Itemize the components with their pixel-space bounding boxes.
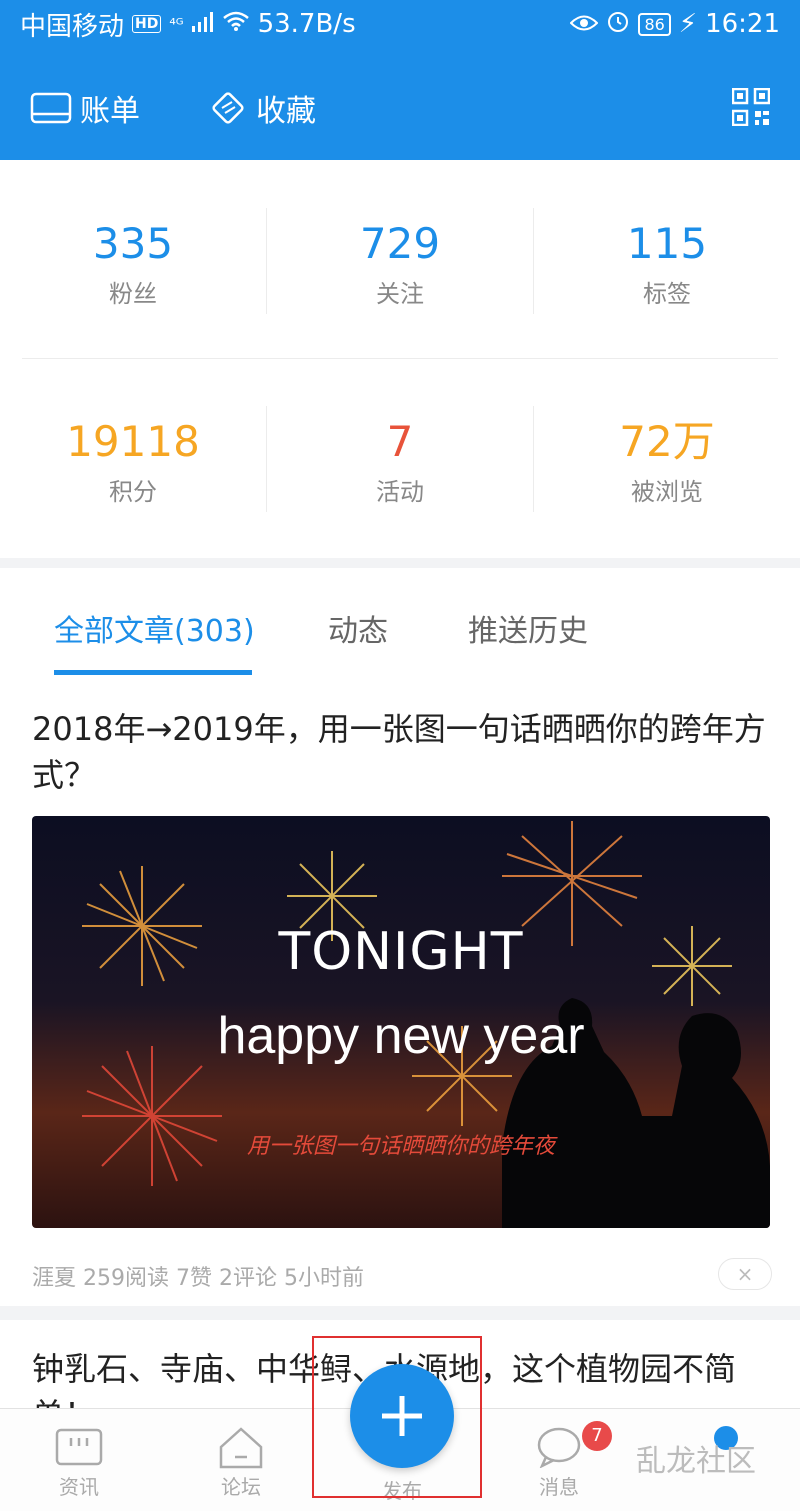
- points-count: 19118: [66, 417, 200, 466]
- active-tab-indicator: [54, 670, 252, 675]
- feed-separator: [0, 1306, 800, 1320]
- tags-label: 标签: [643, 280, 691, 308]
- fans-count: 335: [92, 219, 174, 268]
- highlight-box: [312, 1336, 482, 1498]
- tab-push-history[interactable]: 推送历史: [468, 606, 588, 650]
- tab-bar: 全部文章(303) 动态 推送历史: [0, 568, 800, 677]
- following-count: 729: [359, 219, 441, 268]
- bill-label: 账单: [80, 94, 140, 129]
- banner-line-3: 用一张图一句话晒晒你的跨年夜: [246, 1134, 555, 1159]
- stat-divider: [266, 208, 267, 314]
- following-label: 关注: [376, 280, 424, 308]
- charging-icon: ⚡: [678, 9, 698, 39]
- battery-icon: 86: [638, 12, 671, 36]
- stat-following[interactable]: 729 关注: [267, 220, 533, 309]
- home-icon: [186, 1423, 296, 1471]
- eye-icon: [570, 9, 599, 39]
- points-label: 积分: [109, 478, 157, 506]
- stat-fans[interactable]: 335 粉丝: [0, 220, 266, 309]
- tab-activity[interactable]: 动态: [328, 606, 388, 650]
- dismiss-article-button[interactable]: ×: [718, 1258, 772, 1290]
- nav-messages-label: 消息: [539, 1475, 579, 1499]
- favorites-button[interactable]: 收藏: [208, 86, 316, 130]
- stat-tags[interactable]: 115 标签: [534, 220, 800, 309]
- views-count: 72万: [619, 417, 715, 466]
- carrier-name: 中国移动: [20, 11, 125, 42]
- nav-messages[interactable]: 消息 7: [504, 1421, 614, 1500]
- signal-icon: ⁴ᴳ: [169, 14, 184, 34]
- messages-unread-badge: 7: [582, 1421, 612, 1451]
- tags-count: 115: [626, 219, 708, 268]
- alarm-icon: [606, 9, 630, 40]
- article-banner-image[interactable]: TONIGHT happy new year 用一张图一句话晒晒你的跨年夜: [32, 816, 770, 1228]
- stats-row-divider: [22, 358, 778, 359]
- events-label: 活动: [376, 478, 424, 506]
- wallet-icon: [30, 92, 72, 124]
- status-right: 86 ⚡ 16:21: [570, 9, 780, 40]
- nav-news[interactable]: 资讯: [24, 1423, 134, 1500]
- article-title[interactable]: 2018年→2019年，用一张图一句话晒晒你的跨年方式？: [32, 706, 772, 798]
- banner-line-2: happy new year: [217, 1007, 585, 1065]
- hd-badge: HD: [132, 15, 162, 33]
- article-feed: 2018年→2019年，用一张图一句话晒晒你的跨年方式？ TONIGHT hap…: [0, 676, 800, 1434]
- stat-views[interactable]: 72万 被浏览: [534, 418, 800, 507]
- stat-divider: [266, 406, 267, 512]
- top-toolbar: 账单 收藏: [0, 48, 800, 160]
- events-count: 7: [386, 417, 414, 466]
- nav-forum-label: 论坛: [221, 1475, 261, 1499]
- nav-forum[interactable]: 论坛: [186, 1423, 296, 1500]
- bookmark-tag-icon: [208, 88, 248, 128]
- stat-events[interactable]: 7 活动: [267, 418, 533, 507]
- stat-divider: [533, 406, 534, 512]
- stat-divider: [533, 208, 534, 314]
- tab-all-articles[interactable]: 全部文章(303): [54, 606, 255, 650]
- banner-line-1: TONIGHT: [278, 922, 524, 982]
- network-speed: 53.7B/s: [257, 9, 356, 39]
- nav-news-label: 资讯: [59, 1475, 99, 1499]
- signal-bars-icon: [191, 9, 214, 39]
- stats-panel: 335 粉丝 729 关注 115 标签 19118 积分 7 活动 72万 被…: [0, 160, 800, 558]
- clock: 16:21: [705, 9, 780, 39]
- watermark: 乱龙社区: [636, 1444, 756, 1479]
- stat-points[interactable]: 19118 积分: [0, 418, 266, 507]
- status-bar: 中国移动 HD ⁴ᴳ 53.7B/s 86 ⚡ 16:21: [0, 0, 800, 48]
- news-icon: [24, 1423, 134, 1471]
- article-meta: 涯夏 259阅读 7赞 2评论 5小时前: [32, 1266, 364, 1291]
- qr-code-icon[interactable]: [731, 87, 771, 130]
- bill-button[interactable]: 账单: [30, 86, 140, 130]
- favorites-label: 收藏: [256, 94, 316, 129]
- views-label: 被浏览: [631, 478, 703, 506]
- fans-label: 粉丝: [109, 280, 157, 308]
- status-left: 中国移动 HD ⁴ᴳ 53.7B/s: [20, 6, 356, 43]
- wifi-icon: [222, 9, 250, 39]
